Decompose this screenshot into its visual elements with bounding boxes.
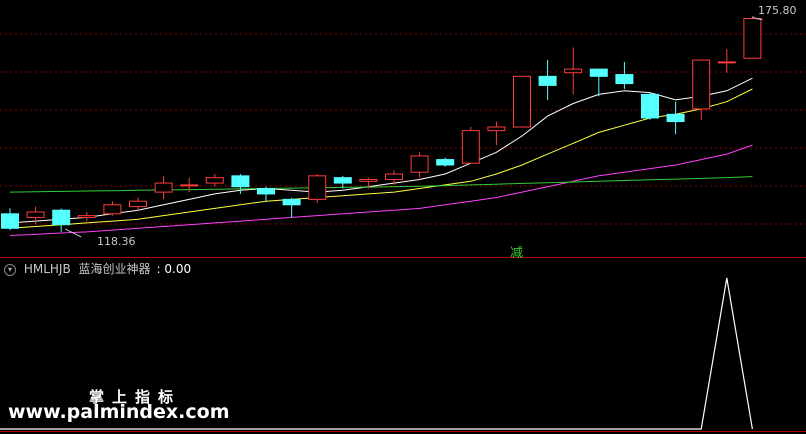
candle-body [615,74,634,85]
candle-body [461,130,480,164]
indicator-name: 蓝海创业神器 [78,262,151,276]
candle-body [26,211,45,218]
stock-chart-window: 175.80 118.36 减 ▾ HMLHJB 蓝海创业神器: 0.00 掌上… [0,0,806,434]
candle-body [1,213,19,229]
candle-body [385,173,403,180]
candle-body [154,182,173,193]
candle-body [359,178,378,182]
candle-body [743,17,762,59]
candle-body [52,209,71,226]
candle-body [717,61,736,64]
candle-body [103,204,122,215]
chevron-down-icon[interactable]: ▾ [4,263,16,276]
candle-body [692,59,711,110]
candle-body [564,68,583,74]
candle-body [257,188,275,195]
candle-body [282,198,301,206]
candle-body [436,159,455,166]
candle-body [231,175,250,188]
candle-body [410,155,429,173]
watermark-url: www.palmindex.com [8,401,230,423]
candle-body [333,177,352,184]
candle-body [77,215,96,218]
candle-body [487,126,506,132]
candle-body [129,200,147,208]
candle-body [180,184,199,187]
candle-body [513,75,531,128]
signal-text: 减 [510,246,524,261]
candle-body [666,113,685,123]
high-price-label: 175.80 [758,4,797,17]
indicator-value: 0.00 [164,262,192,276]
candle-body [308,175,327,200]
ma60-line [9,176,753,193]
chart-canvas[interactable] [0,0,806,434]
indicator-title-bar: ▾ HMLHJB 蓝海创业神器: 0.00 [4,260,191,277]
candle-body [205,177,224,184]
candle-body [538,75,557,86]
low-price-label: 118.36 [97,235,136,248]
candle-body [641,93,659,119]
candle-body [589,68,608,77]
indicator-code: HMLHJB [23,262,71,276]
